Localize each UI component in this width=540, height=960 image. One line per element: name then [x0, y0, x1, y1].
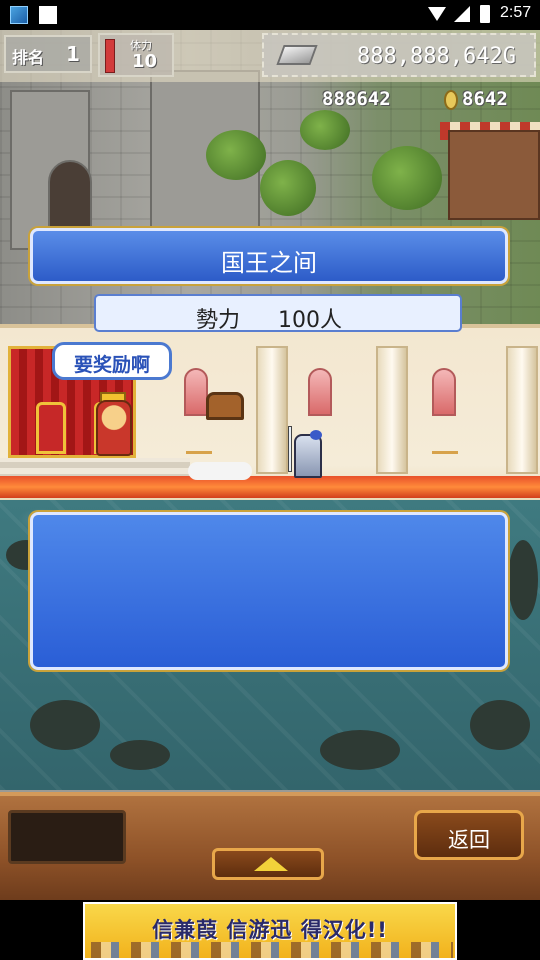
rock	[110, 740, 170, 770]
stamina-value: 10	[132, 51, 158, 72]
window	[308, 368, 332, 416]
gold-value: 888,888,642G	[357, 44, 516, 69]
silver-ingot-icon	[276, 45, 318, 65]
rank-box: 排名 1	[4, 35, 92, 73]
resource-a-value: 888642	[322, 88, 391, 110]
pillar	[376, 346, 408, 474]
signal-icon	[454, 6, 470, 22]
up-arrow-icon	[254, 857, 288, 871]
red-carpet	[0, 476, 540, 498]
tree	[206, 130, 266, 180]
wifi-icon	[428, 7, 446, 21]
king-character[interactable]	[96, 400, 132, 456]
candelabra	[432, 436, 458, 454]
tree	[300, 110, 350, 150]
helmet-plume	[310, 430, 322, 440]
back-button[interactable]: 返回	[414, 810, 524, 860]
stamina-box: 体力 10	[98, 33, 174, 77]
reward-button-label: 要奖励啊	[73, 354, 150, 376]
clock: 2:57	[500, 4, 532, 21]
treasure-chest-icon[interactable]	[206, 392, 244, 420]
throne-room: 要奖励啊	[0, 324, 540, 500]
shop-building	[448, 130, 540, 220]
rock	[320, 730, 400, 770]
item-slot	[8, 810, 126, 864]
gold-box: 888,888,642G	[262, 33, 536, 77]
game-scene: 排名 1 体力 10 888,888,642G 888642 8642 要奖励啊…	[0, 30, 540, 900]
power-value: 100人	[278, 308, 342, 333]
power-label: 勢力	[196, 308, 241, 333]
sword-icon	[288, 426, 292, 472]
app-icon	[10, 6, 28, 24]
rock	[30, 700, 100, 750]
room-title-panel: 国王之间	[30, 228, 508, 284]
ad-character-strip	[91, 942, 453, 958]
battery-icon	[480, 5, 490, 23]
pillar	[506, 346, 538, 474]
ad-area: 信兼葭 信游迅 得汉化!!	[0, 900, 540, 960]
tree	[372, 146, 442, 210]
pillar	[256, 346, 288, 474]
throne-left	[36, 402, 66, 454]
tree	[260, 160, 316, 216]
ad-banner[interactable]: 信兼葭 信游迅 得汉化!!	[83, 902, 457, 960]
rank-label: 排名	[12, 48, 45, 67]
stamina-bar	[105, 39, 115, 73]
resource-b-value: 8642	[462, 88, 508, 110]
knight-character	[294, 434, 322, 478]
status-bar: 2:57	[0, 0, 540, 30]
ad-banner-text: 信兼葭 信游迅 得汉化!!	[152, 918, 388, 942]
reward-button[interactable]: 要奖励啊	[52, 342, 172, 380]
room-title: 国王之间	[221, 249, 317, 277]
rock	[508, 540, 538, 620]
window	[184, 368, 208, 416]
window	[432, 368, 456, 416]
rank-value: 1	[66, 42, 80, 66]
expand-up-button[interactable]	[212, 848, 324, 880]
candelabra	[186, 436, 212, 454]
rock	[470, 700, 530, 750]
bottom-bar: 返回	[0, 792, 540, 900]
coin-icon	[444, 90, 458, 110]
power-panel: 勢力 100人	[94, 294, 462, 333]
notification-icon	[39, 6, 57, 24]
back-button-label: 返回	[448, 828, 490, 852]
message-panel	[30, 512, 508, 670]
dust-cloud	[188, 462, 252, 480]
